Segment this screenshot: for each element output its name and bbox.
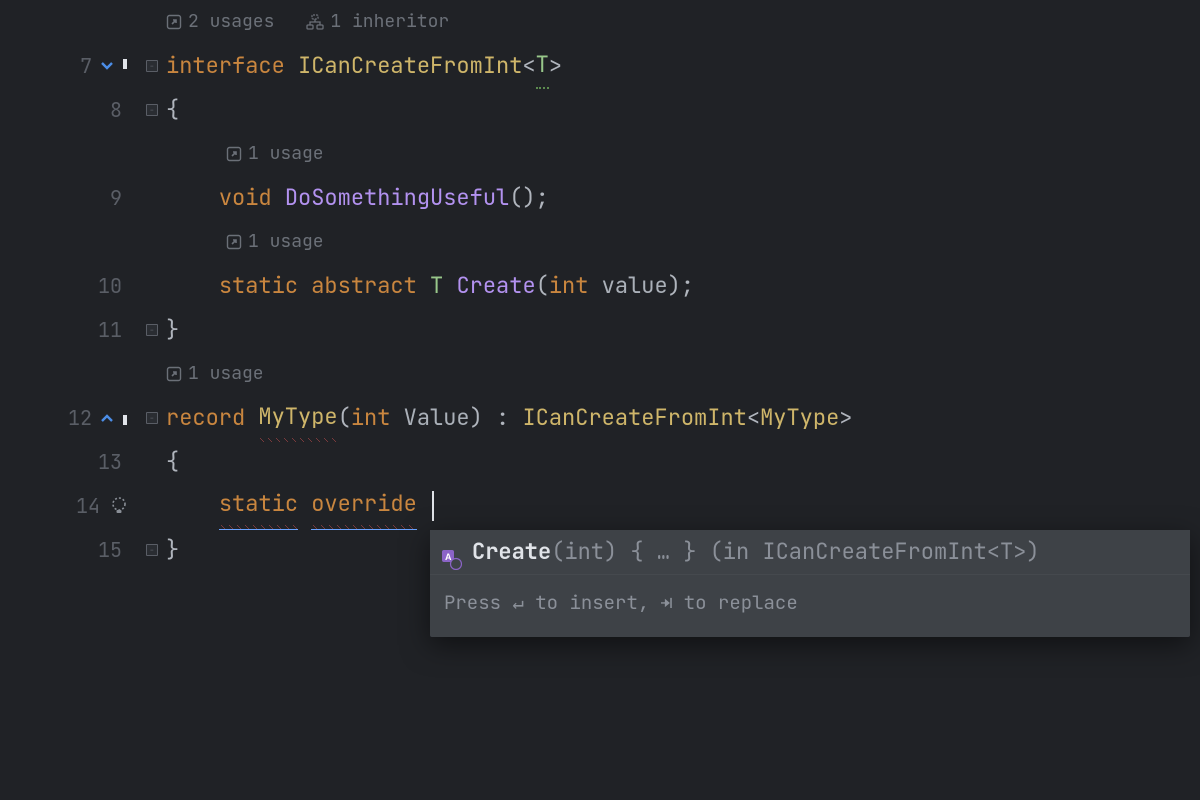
code-line[interactable]: record MyType(int Value) : ICanCreateFro… [166, 396, 1200, 440]
completion-method: Create [472, 537, 551, 566]
code-line[interactable]: { [166, 88, 1200, 132]
code-line[interactable]: static abstract T Create(int value); [166, 264, 1200, 308]
usages-inlay[interactable]: 2 usages [166, 0, 274, 44]
line-number: 10 [96, 264, 122, 308]
inlay-text: 1 usage [248, 132, 324, 176]
inlay-text: 1 usage [188, 352, 264, 396]
usage-arrow-icon [166, 366, 182, 382]
code-editor[interactable]: 7 8 9 10 11 12 13 14 [0, 0, 1200, 800]
inlay-text: 1 inheritor [330, 0, 449, 44]
code-line[interactable]: static override [166, 484, 1200, 528]
inlay-text: 2 usages [188, 0, 274, 44]
line-number: 11 [96, 308, 122, 352]
code-line[interactable]: } [166, 308, 1200, 352]
gutter: 7 8 9 10 11 12 13 14 [0, 0, 150, 800]
completion-signature: (int) { … } (in ICanCreateFromInt<T>) [551, 537, 1039, 566]
usages-inlay[interactable]: 1 usage [226, 132, 324, 176]
inlay-text: 1 usage [248, 220, 324, 264]
hierarchy-icon [306, 14, 324, 30]
override-method-icon: A [440, 541, 462, 563]
usage-arrow-icon [166, 14, 182, 30]
line-number: 12 [66, 396, 92, 440]
usages-inlay[interactable]: 1 usage [166, 352, 264, 396]
completion-hint: Press ↵ to insert, ⇥ to replace [430, 574, 1190, 637]
code-line[interactable]: { [166, 440, 1200, 484]
completion-popup: A Create(int) { … } (in ICanCreateFromIn… [430, 530, 1190, 637]
code-line[interactable]: void DoSomethingUseful(); [166, 176, 1200, 220]
lightbulb-icon[interactable] [108, 495, 130, 517]
completion-item[interactable]: A Create(int) { … } (in ICanCreateFromIn… [430, 530, 1190, 574]
line-number: 9 [96, 176, 122, 220]
text-caret [432, 491, 434, 521]
usages-inlay[interactable]: 1 usage [226, 220, 324, 264]
line-number: 13 [96, 440, 122, 484]
override-down-icon[interactable] [100, 59, 114, 73]
usage-arrow-icon [226, 146, 242, 162]
code-line[interactable]: interface ICanCreateFromInt<T> [166, 44, 1200, 88]
code-area[interactable]: − − − − − 2 usages 1 inheritor interface… [150, 0, 1200, 800]
svg-text:A: A [445, 552, 452, 562]
line-number: 14 [74, 484, 100, 528]
implement-mark-icon[interactable] [120, 410, 130, 426]
implement-mark-icon[interactable] [120, 58, 130, 74]
line-number: 7 [66, 44, 92, 88]
line-number: 15 [96, 528, 122, 572]
line-number: 8 [96, 88, 122, 132]
inheritors-inlay[interactable]: 1 inheritor [306, 0, 449, 44]
override-up-icon[interactable] [100, 411, 114, 425]
usage-arrow-icon [226, 234, 242, 250]
